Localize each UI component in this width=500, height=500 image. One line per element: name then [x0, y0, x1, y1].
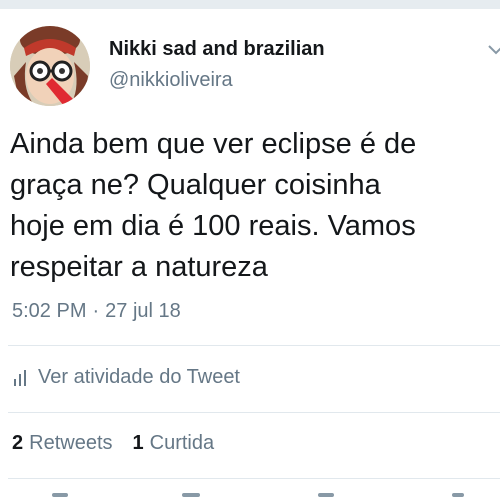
tweet-detail: Nikki sad and brazilian @nikkioliveira A… — [0, 0, 500, 500]
tweet-timestamp[interactable]: 5:02 PM · 27 jul 18 — [12, 300, 181, 323]
view-tweet-activity-link[interactable]: Ver atividade do Tweet — [14, 366, 240, 389]
retweet-icon[interactable] — [182, 493, 200, 497]
view-tweet-activity-label: Ver atividade do Tweet — [38, 366, 240, 388]
likes-label: Curtida — [149, 432, 215, 454]
reply-icon[interactable] — [52, 493, 68, 497]
timestamp-separator: · — [92, 300, 100, 322]
username-handle[interactable]: @nikkioliveira — [109, 69, 325, 92]
tweet-date: 27 jul 18 — [105, 300, 181, 322]
likes-stat[interactable]: 1 Curtida — [133, 432, 215, 455]
tweet-text-line: graça ne? Qualquer coisinha — [10, 169, 381, 201]
tweet-text-line: hoje em dia é 100 reais. Vamos — [10, 210, 416, 242]
avatar[interactable] — [10, 26, 90, 106]
tweet-text: Ainda bem que ver eclipse é de graça ne?… — [10, 124, 496, 288]
likes-count: 1 — [132, 432, 144, 454]
tweet-stats: 2 Retweets 1 Curtida — [12, 432, 234, 455]
retweets-count: 2 — [12, 432, 24, 454]
like-icon[interactable] — [318, 493, 334, 497]
share-icon[interactable] — [452, 493, 464, 497]
tweet-time: 5:02 PM — [12, 300, 87, 322]
action-bar — [0, 490, 500, 500]
divider — [8, 412, 500, 413]
retweets-stat[interactable]: 2 Retweets — [12, 432, 113, 455]
top-divider — [0, 0, 500, 9]
bar-chart-icon — [14, 369, 26, 386]
tweet-text-line: Ainda bem que ver eclipse é de — [10, 128, 417, 160]
retweets-label: Retweets — [29, 432, 113, 454]
divider — [8, 478, 500, 479]
display-name[interactable]: Nikki sad and brazilian — [109, 38, 325, 61]
divider — [8, 345, 500, 346]
author-block[interactable]: Nikki sad and brazilian @nikkioliveira — [109, 38, 325, 92]
chevron-down-icon[interactable] — [486, 40, 500, 60]
tweet-text-line: respeitar a natureza — [10, 251, 268, 283]
